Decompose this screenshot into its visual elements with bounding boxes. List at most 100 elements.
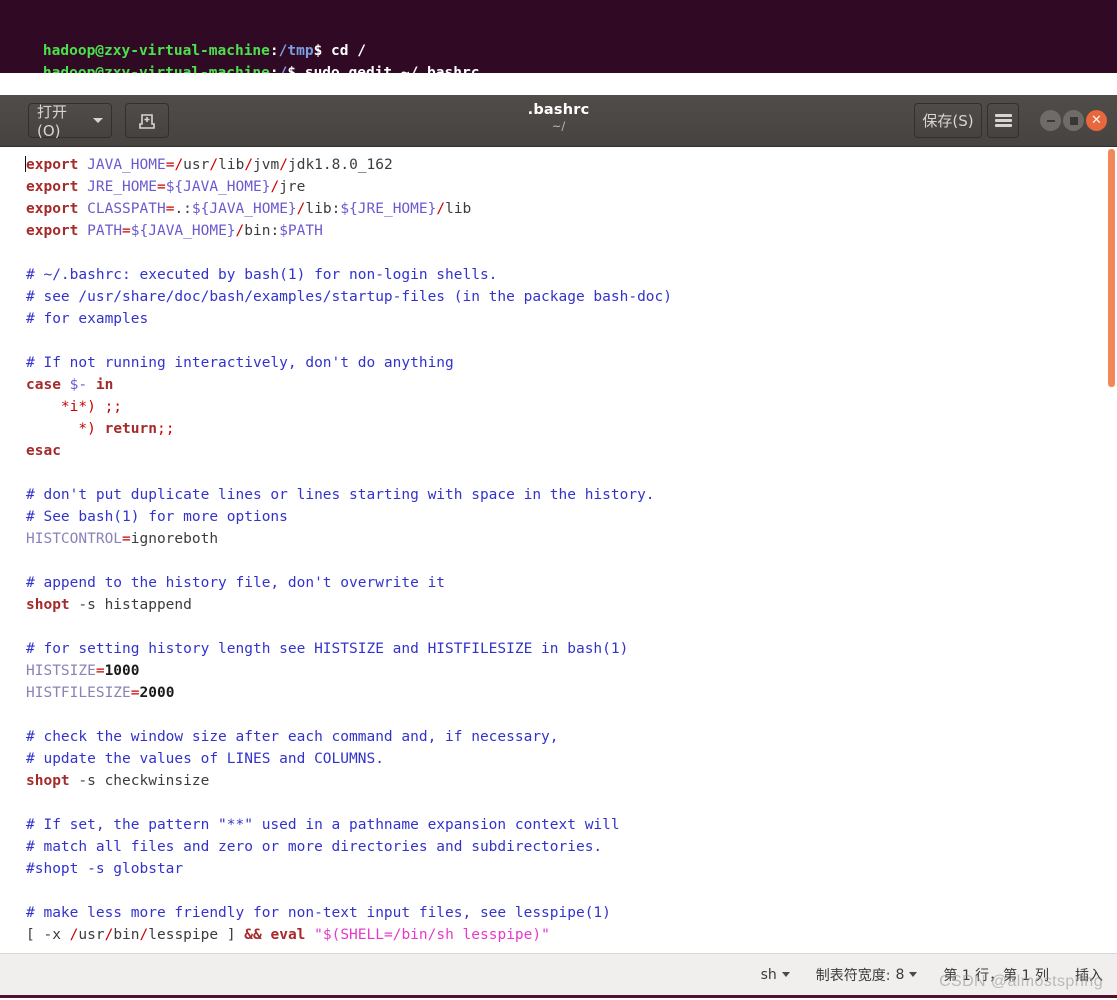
code-token: -s checkwinsize <box>69 773 210 789</box>
terminal-colon: : <box>269 65 279 73</box>
code-token: export <box>26 179 79 195</box>
code-line: # for setting history length see HISTSIZ… <box>26 638 689 660</box>
language-selector[interactable]: sh <box>761 967 790 983</box>
code-token: PATH <box>87 223 123 239</box>
terminal-prompt-symbol: $ <box>287 65 297 73</box>
code-line: HISTSIZE=1000 <box>26 660 689 682</box>
code-line: # update the values of LINES and COLUMNS… <box>26 748 689 770</box>
terminal-user-host: hadoop@zxy-virtual-machine <box>42 65 270 73</box>
code-token: = <box>130 685 140 701</box>
code-line: # If set, the pattern "**" used in a pat… <box>26 814 689 836</box>
new-document-button[interactable] <box>125 103 169 138</box>
code-token: *i*) <box>60 399 96 415</box>
code-token: JRE_HOME <box>87 179 157 195</box>
text-editor-area[interactable]: export JAVA_HOME=/usr/lib/jvm/jdk1.8.0_1… <box>0 147 1117 953</box>
code-token: # check the window size after each comma… <box>26 729 559 745</box>
close-icon: ✕ <box>1091 113 1102 128</box>
code-token: # see /usr/share/doc/bash/examples/start… <box>26 289 673 305</box>
status-bar: sh 制表符宽度: 8 第 1 行，第 1 列 插入 CSDN @almosts… <box>0 953 1117 998</box>
maximize-button[interactable] <box>1063 110 1084 131</box>
main-menu-button[interactable] <box>987 103 1019 138</box>
code-token: lib: <box>305 201 341 217</box>
code-token: / <box>244 157 254 173</box>
code-token: *) <box>78 421 96 437</box>
code-token: = <box>95 663 105 679</box>
code-line: esac <box>26 440 689 462</box>
code-token: jvm <box>253 157 280 173</box>
code-token: # update the values of LINES and COLUMNS… <box>26 751 384 767</box>
cursor-position-label: 第 1 行，第 1 列 <box>943 967 1049 984</box>
chevron-down-icon <box>781 972 790 977</box>
code-token: case <box>26 377 61 393</box>
code-line: HISTCONTROL=ignoreboth <box>26 528 689 550</box>
code-token: shopt <box>26 597 70 613</box>
chevron-down-icon <box>93 118 103 123</box>
tab-width-selector[interactable]: 制表符宽度: 8 <box>816 965 918 985</box>
code-token: CLASSPATH <box>87 201 166 217</box>
code-token: ignoreboth <box>130 531 219 547</box>
code-token: usr <box>78 927 105 943</box>
code-token: export <box>26 223 79 239</box>
open-file-button[interactable]: 打开(O) <box>28 103 112 140</box>
code-token: / <box>436 201 446 217</box>
code-line: # make less more friendly for non-text i… <box>26 902 689 924</box>
code-line: case $- in <box>26 374 689 396</box>
close-button[interactable]: ✕ <box>1086 110 1107 131</box>
code-token: lesspipe ] <box>148 927 245 943</box>
code-token: -s histappend <box>69 597 192 613</box>
cursor-position: 第 1 行，第 1 列 <box>943 965 1049 985</box>
code-token: 1000 <box>104 663 140 679</box>
minimize-icon <box>1046 119 1055 122</box>
chevron-down-icon <box>909 972 918 977</box>
code-line: export PATH=${JAVA_HOME}/bin:$PATH <box>26 220 689 242</box>
window-controls: ✕ <box>1040 110 1107 131</box>
save-button[interactable]: 保存(S) <box>914 103 982 138</box>
insert-mode-label: 插入 <box>1075 967 1103 984</box>
terminal-clipped-line: hadoop@zxy-virtual-machine:/tmp$ ls -l /… <box>8 0 1108 11</box>
code-line: *) return;; <box>26 418 689 440</box>
code-token: / <box>209 157 219 173</box>
document-new-icon <box>139 113 155 129</box>
vertical-scrollbar[interactable] <box>1108 149 1115 387</box>
code-line: # check the window size after each comma… <box>26 726 689 748</box>
code-token: ${JAVA_HOME} <box>130 223 236 239</box>
code-token: # See bash(1) for more options <box>26 509 288 525</box>
code-line: # append to the history file, don't over… <box>26 572 689 594</box>
terminal-command: sudo gedit ~/.bashrc <box>296 65 480 73</box>
code-token: in <box>95 377 114 393</box>
code-line: export CLASSPATH=.:${JAVA_HOME}/lib:${JR… <box>26 198 689 220</box>
terminal-line-2: hadoop@zxy-virtual-machine:/$ sudo gedit… <box>8 40 480 73</box>
code-token: / <box>235 223 245 239</box>
code-token: / <box>279 157 288 173</box>
code-line: # don't put duplicate lines or lines sta… <box>26 484 689 506</box>
terminal-window[interactable]: hadoop@zxy-virtual-machine:/tmp$ ls -l /… <box>0 0 1117 73</box>
code-token: # If set, the pattern "**" used in a pat… <box>26 817 620 833</box>
tab-width-value: 8 <box>895 966 905 983</box>
code-token: JAVA_HOME <box>87 157 166 173</box>
save-button-label: 保存(S) <box>922 112 974 130</box>
code-token: HISTFILESIZE <box>26 685 131 701</box>
minimize-button[interactable] <box>1040 110 1061 131</box>
code-line: # match all files and zero or more direc… <box>26 836 689 858</box>
code-token: lib <box>445 201 472 217</box>
code-token: = <box>122 223 131 239</box>
code-token: shopt <box>26 773 70 789</box>
code-token: # append to the history file, don't over… <box>26 575 446 591</box>
code-token: [ -x <box>26 927 70 943</box>
code-line: # for examples <box>26 308 689 330</box>
document-text[interactable]: export JAVA_HOME=/usr/lib/jvm/jdk1.8.0_1… <box>25 154 689 953</box>
code-token: # ~/.bashrc: executed by bash(1) for non… <box>26 267 498 283</box>
maximize-icon <box>1069 116 1078 125</box>
